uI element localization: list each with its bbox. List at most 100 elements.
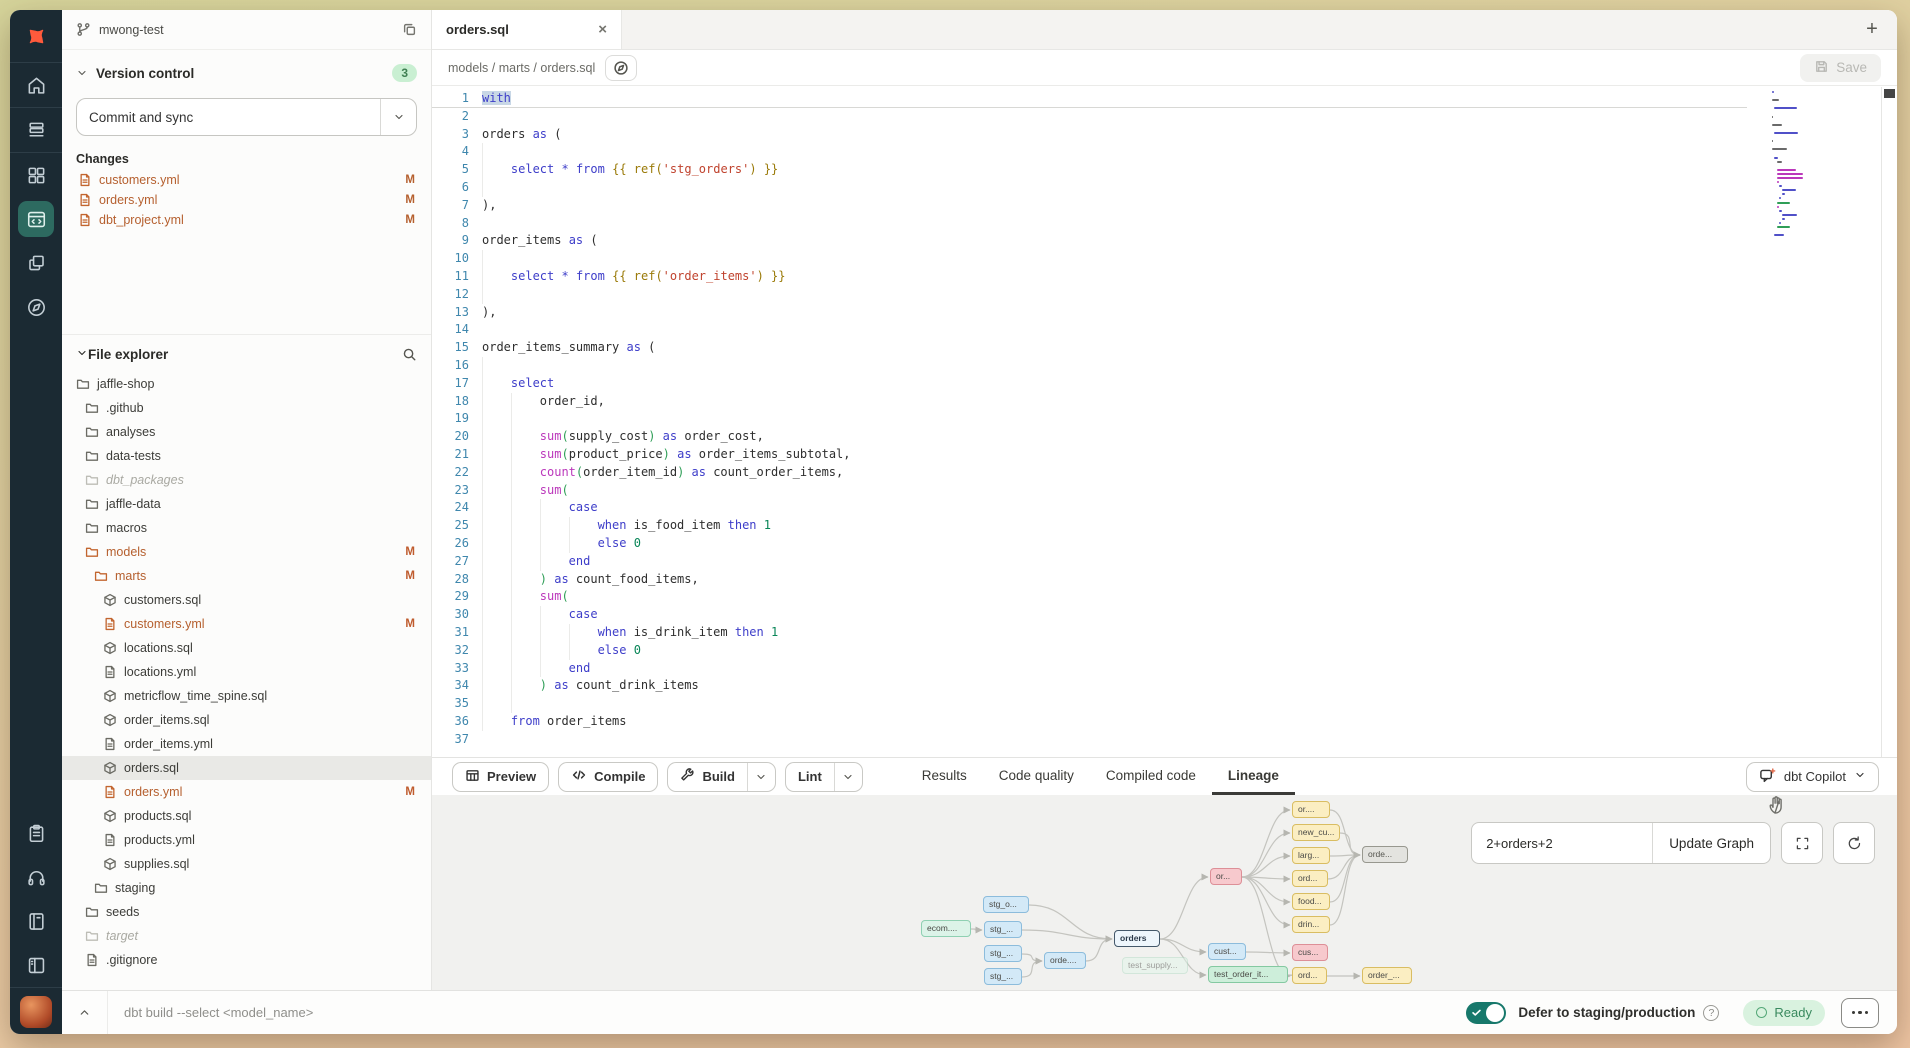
lineage-node-stg4[interactable]: stg_... xyxy=(984,968,1022,985)
lineage-node-y3[interactable]: larg... xyxy=(1292,847,1330,864)
lineage-node-opink[interactable]: or... xyxy=(1210,868,1242,885)
file-explorer-header[interactable]: File explorer xyxy=(62,335,431,372)
dbt-command-input[interactable] xyxy=(108,1005,1466,1020)
code-line[interactable]: 23sum( xyxy=(432,482,1747,500)
lineage-node-oi[interactable]: orde.... xyxy=(1044,952,1086,969)
commit-dropdown-chevron[interactable] xyxy=(380,99,416,135)
editor-scrollbar[interactable] xyxy=(1881,87,1897,757)
build-button[interactable]: Build xyxy=(667,762,776,792)
file-tree-item[interactable]: supplies.sql xyxy=(62,852,431,876)
defer-toggle[interactable] xyxy=(1466,1002,1506,1024)
code-line[interactable]: 2 xyxy=(432,108,1747,126)
chevron-down-icon[interactable] xyxy=(747,763,775,791)
lineage-node-y4[interactable]: ord... xyxy=(1292,870,1328,887)
changed-file-row[interactable]: customers.ymlM xyxy=(62,170,431,190)
tab-code-quality[interactable]: Code quality xyxy=(983,758,1090,795)
file-tree-item[interactable]: locations.yml xyxy=(62,660,431,684)
code-line[interactable]: 37 xyxy=(432,731,1747,749)
lineage-compass-icon[interactable] xyxy=(605,55,637,81)
dbt-logo-icon[interactable] xyxy=(10,10,62,62)
minimap[interactable] xyxy=(1772,91,1880,242)
code-line[interactable]: 18order_id, xyxy=(432,393,1747,411)
code-line[interactable]: 12 xyxy=(432,286,1747,304)
file-tree-item[interactable]: jaffle-shop xyxy=(62,372,431,396)
file-tree-item[interactable]: order_items.sql xyxy=(62,708,431,732)
code-line[interactable]: 31when is_drink_item then 1 xyxy=(432,624,1747,642)
file-tree-item[interactable]: target xyxy=(62,924,431,948)
lineage-node-tsup[interactable]: test_supply... xyxy=(1122,957,1188,974)
user-avatar[interactable] xyxy=(20,996,52,1028)
lineage-node-toi[interactable]: test_order_it... xyxy=(1208,966,1288,983)
help-circle-icon[interactable]: ? xyxy=(1703,1005,1719,1021)
tab-lineage[interactable]: Lineage xyxy=(1212,758,1295,795)
chevron-down-icon[interactable] xyxy=(834,763,862,791)
file-tree-item[interactable]: products.yml xyxy=(62,828,431,852)
clipboard-icon[interactable] xyxy=(10,811,62,855)
code-line[interactable]: 8 xyxy=(432,215,1747,233)
file-tree-item[interactable]: customers.sql xyxy=(62,588,431,612)
save-button[interactable]: Save xyxy=(1800,54,1881,82)
code-line[interactable]: 3orders as ( xyxy=(432,126,1747,144)
lint-button[interactable]: Lint xyxy=(785,762,863,792)
code-window-icon[interactable] xyxy=(10,197,62,241)
overlap-squares-icon[interactable] xyxy=(10,241,62,285)
overflow-menu-button[interactable] xyxy=(1841,998,1879,1028)
file-tree-item[interactable]: dbt_packages xyxy=(62,468,431,492)
file-tree-item[interactable]: order_items.yml xyxy=(62,732,431,756)
code-line[interactable]: 27end xyxy=(432,553,1747,571)
lineage-node-y1[interactable]: or.... xyxy=(1292,801,1330,818)
file-tree-item[interactable]: orders.sql xyxy=(62,756,431,780)
lineage-search-input[interactable] xyxy=(1472,823,1652,863)
grid-icon[interactable] xyxy=(10,153,62,197)
file-tree-item[interactable]: staging xyxy=(62,876,431,900)
code-line[interactable]: 22count(order_item_id) as count_order_it… xyxy=(432,464,1747,482)
lineage-node-cpink[interactable]: cus... xyxy=(1292,944,1328,961)
file-tree-item[interactable]: customers.ymlM xyxy=(62,612,431,636)
lineage-node-odis[interactable]: orde... xyxy=(1362,846,1408,863)
new-tab-button[interactable]: + xyxy=(1847,10,1897,49)
lineage-node-stg2[interactable]: stg_... xyxy=(984,921,1022,938)
file-tree-item[interactable]: products.sql xyxy=(62,804,431,828)
file-tree-item[interactable]: data-tests xyxy=(62,444,431,468)
file-tree-item[interactable]: macros xyxy=(62,516,431,540)
code-line[interactable]: 5select * from {{ ref('stg_orders') }} xyxy=(432,161,1747,179)
code-line[interactable]: 15order_items_summary as ( xyxy=(432,339,1747,357)
code-line[interactable]: 36from order_items xyxy=(432,713,1747,731)
file-tree-item[interactable]: martsM xyxy=(62,564,431,588)
lineage-node-oy[interactable]: ord... xyxy=(1292,967,1327,984)
code-line[interactable]: 33end xyxy=(432,660,1747,678)
code-line[interactable]: 10 xyxy=(432,250,1747,268)
fullscreen-icon[interactable] xyxy=(1781,822,1823,864)
code-line[interactable]: 20sum(supply_cost) as order_cost, xyxy=(432,428,1747,446)
code-line[interactable]: 4 xyxy=(432,143,1747,161)
lineage-node-y5[interactable]: food... xyxy=(1292,893,1330,910)
code-line[interactable]: 7), xyxy=(432,197,1747,215)
preview-button[interactable]: Preview xyxy=(452,762,549,792)
code-line[interactable]: 9order_items as ( xyxy=(432,232,1747,250)
file-tree-item[interactable]: .github xyxy=(62,396,431,420)
code-line[interactable]: 11select * from {{ ref('order_items') }} xyxy=(432,268,1747,286)
copy-icon[interactable] xyxy=(402,22,417,37)
code-line[interactable]: 26else 0 xyxy=(432,535,1747,553)
code-line[interactable]: 13), xyxy=(432,304,1747,322)
update-graph-button[interactable]: Update Graph xyxy=(1652,823,1770,863)
tab-orders-sql[interactable]: orders.sql × xyxy=(432,10,622,49)
code-line[interactable]: 19 xyxy=(432,410,1747,428)
code-line[interactable]: 6 xyxy=(432,179,1747,197)
tab-compiled-code[interactable]: Compiled code xyxy=(1090,758,1212,795)
lineage-node-y6[interactable]: drin... xyxy=(1292,916,1330,933)
scrollbar-thumb[interactable] xyxy=(1884,89,1895,98)
code-line[interactable]: 24case xyxy=(432,499,1747,517)
version-control-header[interactable]: Version control 3 xyxy=(62,50,431,90)
lineage-node-orders[interactable]: orders xyxy=(1114,930,1160,947)
compile-button[interactable]: Compile xyxy=(558,762,658,792)
file-tree-item[interactable]: locations.sql xyxy=(62,636,431,660)
commit-and-sync-button[interactable]: Commit and sync xyxy=(76,98,417,136)
file-tree-item[interactable]: orders.ymlM xyxy=(62,780,431,804)
expand-caret-button[interactable] xyxy=(62,991,108,1034)
file-tree-item[interactable]: analyses xyxy=(62,420,431,444)
file-tree-item[interactable]: .gitignore xyxy=(62,948,431,972)
home-icon[interactable] xyxy=(10,63,62,107)
branch-row[interactable]: mwong-test xyxy=(62,10,431,50)
code-line[interactable]: 16 xyxy=(432,357,1747,375)
